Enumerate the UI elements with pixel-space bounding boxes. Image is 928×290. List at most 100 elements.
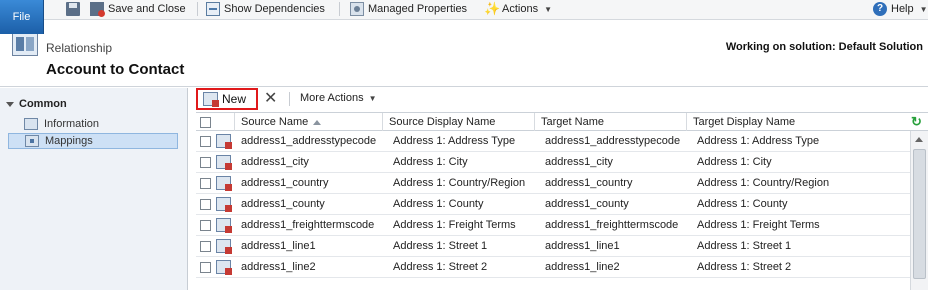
- nav-group-common[interactable]: Common: [6, 98, 67, 110]
- new-label: New: [222, 92, 247, 106]
- target-display-name-cell: Address 1: Country/Region: [697, 177, 830, 189]
- target-display-name-cell: Address 1: Street 2: [697, 261, 792, 273]
- row-checkbox[interactable]: [200, 157, 211, 168]
- source-name-cell: address1_country: [241, 177, 329, 189]
- source-display-name-cell: Address 1: Street 2: [393, 261, 488, 273]
- target-name-cell: address1_line1: [545, 240, 620, 252]
- scrollbar-thumb[interactable]: [913, 149, 926, 279]
- save-and-close-label: Save and Close: [108, 3, 186, 15]
- target-name-cell: address1_city: [545, 156, 613, 168]
- column-header-source-display-name[interactable]: Source Display Name: [382, 113, 534, 131]
- row-checkbox[interactable]: [200, 136, 211, 147]
- show-dependencies-label: Show Dependencies: [224, 3, 325, 15]
- target-display-name-cell: Address 1: Address Type: [697, 135, 820, 147]
- mapping-icon: [216, 176, 232, 191]
- mappings-grid: New ✕ More Actions ▼ Source Name Source …: [196, 88, 928, 290]
- managed-properties-button[interactable]: Managed Properties: [350, 0, 467, 18]
- select-all-checkbox[interactable]: [200, 116, 211, 128]
- mapping-icon: [216, 218, 232, 233]
- ribbon-bar: File Save and Close Show Dependencies Ma…: [0, 0, 928, 34]
- column-header-target-display-name[interactable]: Target Display Name: [686, 113, 910, 131]
- nav-item-label: Information: [44, 118, 100, 130]
- table-row[interactable]: address1_addresstypecode Address 1: Addr…: [196, 131, 910, 152]
- source-name-cell: address1_county: [241, 198, 325, 210]
- relationship-icon: [12, 32, 38, 56]
- nav-item-information[interactable]: Information: [8, 116, 178, 132]
- table-row[interactable]: address1_line1 Address 1: Street 1 addre…: [196, 236, 910, 257]
- table-row[interactable]: address1_country Address 1: Country/Regi…: [196, 173, 910, 194]
- table-row[interactable]: address1_line2 Address 1: Street 2 addre…: [196, 257, 910, 278]
- save-and-close-button[interactable]: Save and Close: [90, 0, 186, 18]
- chevron-down-icon: [6, 101, 14, 107]
- source-name-cell: address1_line1: [241, 240, 316, 252]
- column-header-target-name[interactable]: Target Name: [534, 113, 686, 131]
- mappings-icon: [25, 135, 39, 147]
- more-actions-label: More Actions: [300, 92, 364, 104]
- sort-ascending-icon: [313, 119, 322, 125]
- nav-item-mappings[interactable]: Mappings: [8, 133, 178, 149]
- source-display-name-cell: Address 1: Address Type: [393, 135, 516, 147]
- ribbon-divider: [339, 2, 340, 16]
- ribbon-divider: [197, 2, 198, 16]
- page-title: Account to Contact: [46, 61, 185, 78]
- file-tab[interactable]: File: [0, 0, 44, 34]
- mapping-icon: [216, 134, 232, 149]
- dependencies-icon: [206, 2, 220, 16]
- save-and-close-icon: [90, 2, 105, 17]
- row-checkbox[interactable]: [200, 199, 211, 210]
- table-row[interactable]: address1_freighttermscode Address 1: Fre…: [196, 215, 910, 236]
- new-button[interactable]: New: [196, 88, 258, 110]
- help-menu[interactable]: ? Help ▼: [873, 0, 928, 18]
- column-header-label: Target Name: [541, 116, 604, 128]
- chevron-down-icon: ▼: [919, 4, 928, 14]
- managed-properties-icon: [350, 2, 364, 16]
- refresh-icon[interactable]: ↻: [911, 115, 924, 128]
- row-checkbox[interactable]: [200, 241, 211, 252]
- actions-label: Actions: [502, 3, 539, 15]
- mapping-icon: [216, 239, 232, 254]
- chevron-down-icon: ▼: [368, 93, 377, 103]
- mapping-icon: [216, 260, 232, 275]
- save-icon: [66, 2, 80, 16]
- nav-group-label: Common: [19, 98, 67, 110]
- left-navigation: Common Information Mappings: [0, 88, 188, 290]
- vertical-scrollbar[interactable]: [910, 131, 928, 290]
- toolbar-divider: [289, 92, 290, 106]
- source-display-name-cell: Address 1: Country/Region: [393, 177, 526, 189]
- table-row[interactable]: address1_county Address 1: County addres…: [196, 194, 910, 215]
- table-header: Source Name Source Display Name Target N…: [196, 112, 928, 131]
- source-name-cell: address1_freighttermscode: [241, 219, 375, 231]
- more-actions-menu[interactable]: More Actions ▼: [300, 92, 377, 104]
- target-name-cell: address1_country: [545, 177, 633, 189]
- target-name-cell: address1_freighttermscode: [545, 219, 679, 231]
- row-checkbox[interactable]: [200, 262, 211, 273]
- row-checkbox[interactable]: [200, 220, 211, 231]
- select-all-cell: [196, 113, 234, 131]
- column-header-label: Source Display Name: [389, 116, 496, 128]
- scroll-up-icon[interactable]: [915, 137, 923, 142]
- managed-properties-label: Managed Properties: [368, 3, 468, 15]
- chevron-down-icon: ▼: [544, 4, 552, 14]
- mapping-icon: [216, 155, 232, 170]
- source-display-name-cell: Address 1: Street 1: [393, 240, 488, 252]
- target-display-name-cell: Address 1: City: [697, 156, 772, 168]
- delete-icon[interactable]: ✕: [264, 91, 277, 107]
- row-checkbox[interactable]: [200, 178, 211, 189]
- new-icon: [203, 92, 219, 107]
- column-header-label: Target Display Name: [693, 116, 796, 128]
- nav-item-label: Mappings: [45, 135, 93, 147]
- target-name-cell: address1_line2: [545, 261, 620, 273]
- actions-menu[interactable]: ✨ Actions ▼: [484, 0, 552, 18]
- target-display-name-cell: Address 1: Street 1: [697, 240, 792, 252]
- column-header-source-name[interactable]: Source Name: [234, 113, 382, 131]
- table-row[interactable]: address1_city Address 1: City address1_c…: [196, 152, 910, 173]
- column-header-label: Source Name: [241, 116, 309, 128]
- target-name-cell: address1_county: [545, 198, 629, 210]
- save-button[interactable]: [66, 0, 80, 18]
- grid-toolbar: New ✕ More Actions ▼: [196, 88, 928, 110]
- target-display-name-cell: Address 1: County: [697, 198, 788, 210]
- mapping-icon: [216, 197, 232, 212]
- show-dependencies-button[interactable]: Show Dependencies: [206, 0, 325, 18]
- source-display-name-cell: Address 1: Freight Terms: [393, 219, 516, 231]
- source-display-name-cell: Address 1: County: [393, 198, 484, 210]
